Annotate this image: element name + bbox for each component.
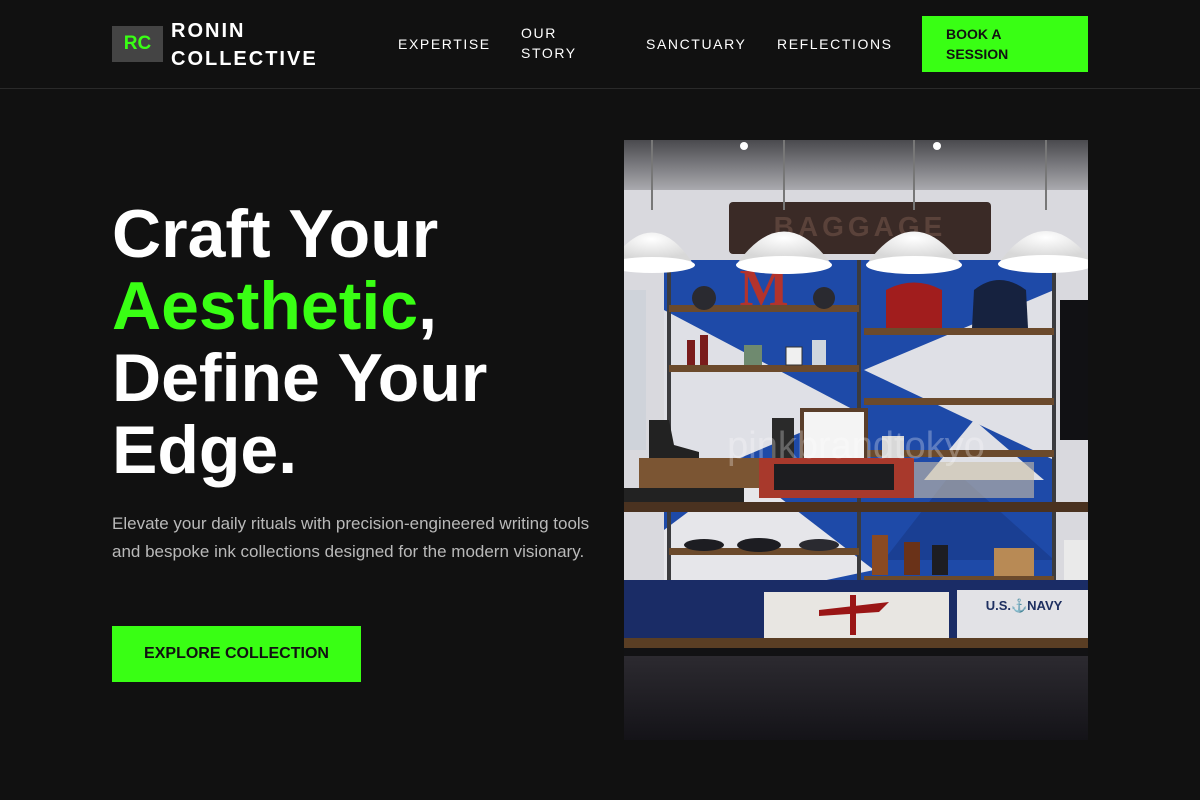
book-session-line1: BOOK A: [946, 26, 1002, 42]
navy-bag: [972, 280, 1028, 328]
nav-our-story-line2: STORY: [521, 45, 577, 61]
svg-text:U.S.⚓NAVY: U.S.⚓NAVY: [986, 598, 1063, 613]
book-session-button[interactable]: BOOK A SESSION: [922, 16, 1088, 72]
hero-description: Elevate your daily rituals with precisio…: [112, 514, 590, 561]
nav-expertise[interactable]: EXPERTISE: [398, 34, 491, 54]
brand-name[interactable]: RONIN COLLECTIVE: [171, 17, 331, 73]
headline-comma: ,: [418, 268, 438, 344]
hero-headline: Craft Your Aesthetic, Define Your Edge.: [112, 198, 592, 486]
brand-name-line2: COLLECTIVE: [171, 48, 318, 70]
brand-name-line1: RONIN: [171, 20, 246, 42]
headline-line3: Define Your: [112, 340, 488, 416]
nav-our-story[interactable]: OUR STORY: [521, 23, 591, 63]
nav-sanctuary[interactable]: SANCTUARY: [646, 34, 747, 54]
headline-line4: Edge.: [112, 412, 298, 488]
nav-reflections[interactable]: REFLECTIONS: [777, 34, 893, 54]
red-bag: [886, 282, 942, 328]
table-top: [624, 502, 1088, 512]
hero-image: BAGGAGE M U.S.⚓NAVY pinkbrandtokyo: [624, 140, 1088, 740]
explore-collection-button[interactable]: EXPLORE COLLECTION: [112, 626, 361, 682]
site-header: RC RONIN COLLECTIVE EXPERTISE OUR STORY …: [0, 0, 1200, 89]
svg-text:pinkbrandtokyo: pinkbrandtokyo: [727, 425, 985, 467]
headline-accent: Aesthetic: [112, 268, 419, 344]
logo-mark[interactable]: RC: [112, 26, 163, 62]
book-session-line2: SESSION: [946, 46, 1009, 62]
nav-our-story-line1: OUR: [521, 25, 557, 41]
glass-case: [914, 462, 1034, 498]
headline-line2: Aesthetic,: [112, 270, 592, 342]
floor: [624, 656, 1088, 740]
headline-line1: Craft Your: [112, 196, 439, 272]
flag-sweatshirt: [764, 592, 949, 640]
